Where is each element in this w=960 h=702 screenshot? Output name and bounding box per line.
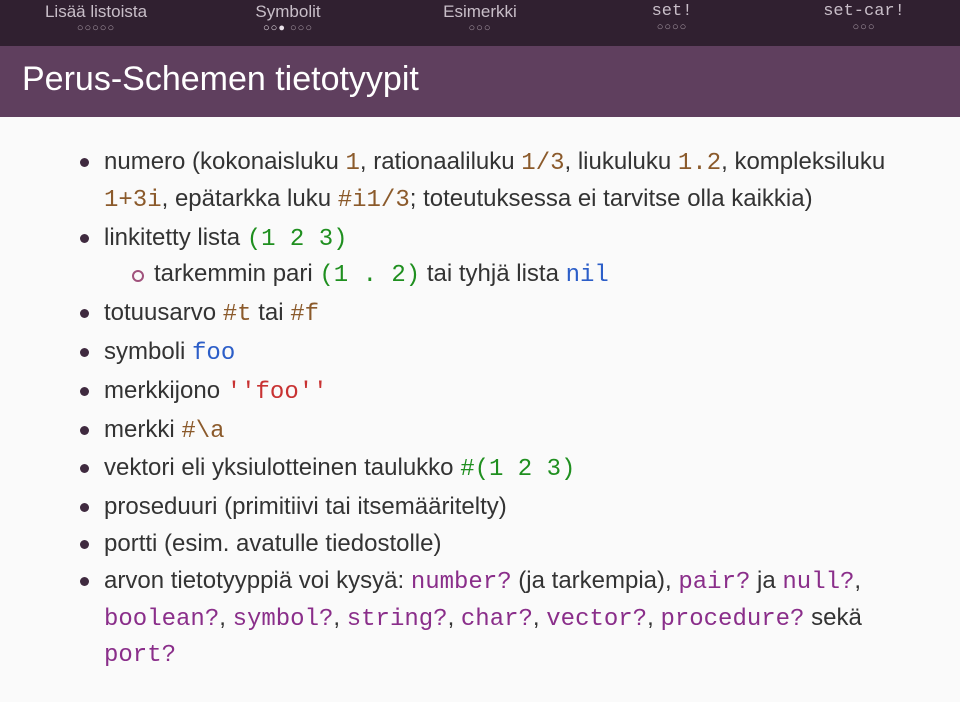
bullet-vektori: vektori eli yksiulotteinen taulukko #(1 … <box>78 451 896 488</box>
nav-section-0[interactable]: Lisää listoista○○○○○ <box>0 2 192 34</box>
bullet-numero: numero (kokonaisluku 1, rationaaliluku 1… <box>78 145 896 219</box>
bullet-merkki: merkki #\a <box>78 413 896 450</box>
bullet-arvon: arvon tietotyyppiä voi kysyä: number? (j… <box>78 564 896 674</box>
nav-bar: Lisää listoista○○○○○Symbolit○○● ○○○Esime… <box>0 0 960 46</box>
nav-section-2[interactable]: Esimerkki○○○ <box>384 2 576 34</box>
bullet-tarkemmin: tarkemmin pari (1 . 2) tai tyhjä lista n… <box>130 257 896 294</box>
bullet-symboli: symboli foo <box>78 335 896 372</box>
bullet-totuus: totuusarvo #t tai #f <box>78 296 896 333</box>
slide-body: numero (kokonaisluku 1, rationaaliluku 1… <box>0 117 960 696</box>
bullet-merkkijono: merkkijono ''foo'' <box>78 374 896 411</box>
nav-section-4[interactable]: set-car!○○○ <box>768 2 960 33</box>
bullet-portti: portti (esim. avatulle tiedostolle) <box>78 527 896 562</box>
slide-title: Perus-Schemen tietotyypit <box>0 46 960 117</box>
bullet-linkitetty: linkitetty lista (1 2 3) tarkemmin pari … <box>78 221 896 295</box>
nav-section-3[interactable]: set!○○○○ <box>576 2 768 33</box>
bullet-proseduuri: proseduuri (primitiivi tai itsemääritelt… <box>78 490 896 525</box>
nav-section-1[interactable]: Symbolit○○● ○○○ <box>192 2 384 34</box>
